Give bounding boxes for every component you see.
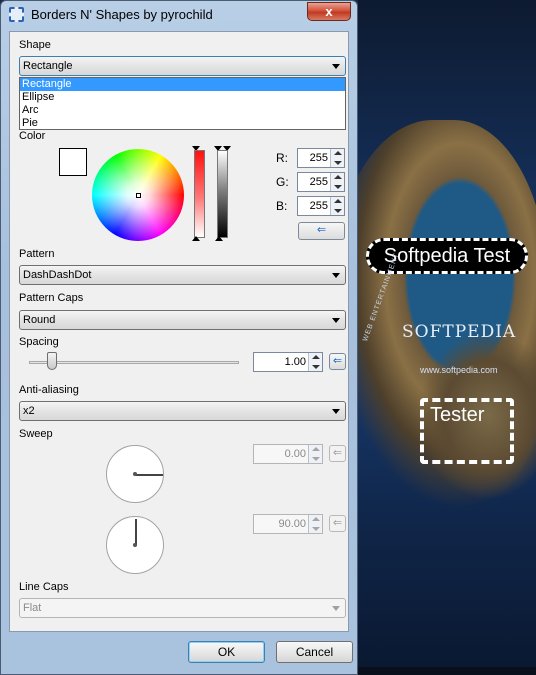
color-preview-swatch	[59, 148, 87, 176]
red-spinner[interactable]: 255	[297, 148, 345, 168]
chevron-down-icon	[332, 409, 340, 414]
green-label: G:	[276, 175, 289, 189]
reset-sweep-angle-button[interactable]: ⇐	[329, 515, 346, 532]
antialiasing-label: Anti-aliasing	[19, 384, 79, 396]
dialog-client-area: Shape Rectangle Rectangle Ellipse Arc Pi…	[9, 31, 349, 632]
chevron-down-icon	[332, 606, 340, 611]
pattern-label: Pattern	[19, 248, 55, 260]
chevron-down-icon	[332, 64, 340, 69]
start-angle-dial[interactable]	[106, 445, 164, 503]
spinner-arrows-icon[interactable]	[308, 515, 322, 533]
app-icon	[9, 7, 24, 22]
tester-shape: Tester	[420, 398, 514, 464]
softpedia-logo: SOFTPEDIA	[402, 322, 517, 342]
sweep-angle-value: 90.00	[278, 518, 306, 530]
pattern-caps-select[interactable]: Round	[19, 310, 346, 330]
close-button[interactable]: x	[307, 2, 351, 21]
left-arrow-icon: ⇐	[332, 517, 343, 529]
spinner-arrows-icon[interactable]	[308, 445, 322, 463]
blue-label: B:	[276, 199, 288, 213]
reset-spacing-button[interactable]: ⇐	[329, 353, 346, 370]
start-angle-value: 0.00	[284, 448, 306, 460]
chevron-down-icon	[332, 318, 340, 323]
left-arrow-icon: ⇐	[332, 355, 343, 367]
dial-center	[133, 472, 137, 476]
sweep-label: Sweep	[19, 428, 53, 440]
value-slider[interactable]	[217, 150, 228, 238]
left-arrow-icon: ⇐	[316, 224, 327, 236]
shape-option-ellipse[interactable]: Ellipse	[20, 91, 345, 104]
ok-button[interactable]: OK	[188, 641, 265, 663]
shape-select[interactable]: Rectangle	[19, 56, 346, 76]
shape-select-value: Rectangle	[23, 60, 73, 72]
line-caps-select[interactable]: Flat	[19, 598, 346, 618]
slider-marker-icon	[192, 236, 200, 241]
spacing-spinner[interactable]: 1.00	[253, 352, 323, 372]
shape-dropdown-list[interactable]: Rectangle Ellipse Arc Pie	[19, 77, 346, 130]
spacing-slider-track[interactable]	[29, 361, 239, 364]
sweep-angle-dial[interactable]	[106, 516, 164, 574]
color-label: Color	[19, 130, 46, 142]
canvas-bottom-edge	[358, 667, 536, 675]
sweep-angle-spinner[interactable]: 90.00	[253, 514, 323, 534]
window-title: Borders N' Shapes by pyrochild	[31, 7, 213, 22]
spinner-arrows-icon[interactable]	[330, 173, 344, 191]
spacing-slider-thumb[interactable]	[47, 352, 58, 370]
spinner-arrows-icon[interactable]	[330, 197, 344, 215]
blue-spinner[interactable]: 255	[297, 196, 345, 216]
shape-option-pie[interactable]: Pie	[20, 117, 345, 130]
shape-option-arc[interactable]: Arc	[20, 104, 345, 117]
line-caps-label: Line Caps	[19, 581, 69, 593]
spacing-value: 1.00	[284, 356, 306, 368]
dial-hand	[135, 474, 163, 476]
left-arrow-icon: ⇐	[332, 447, 343, 459]
spacing-label: Spacing	[19, 336, 59, 348]
dial-center	[133, 543, 137, 547]
dial-hand	[135, 519, 137, 546]
antialiasing-select-value: x2	[23, 405, 35, 417]
cancel-button[interactable]: Cancel	[276, 641, 353, 663]
pattern-caps-label: Pattern Caps	[19, 292, 84, 304]
pattern-caps-select-value: Round	[23, 314, 56, 326]
chevron-down-icon	[332, 273, 340, 278]
slider-marker-icon	[215, 236, 223, 241]
softpedia-url: www.softpedia.com	[420, 365, 498, 375]
start-angle-spinner[interactable]: 0.00	[253, 444, 323, 464]
reset-color-button[interactable]: ⇐	[298, 222, 345, 240]
line-caps-select-value: Flat	[23, 602, 42, 614]
dialog-window: Borders N' Shapes by pyrochild x Shape R…	[0, 0, 358, 675]
spinner-arrows-icon[interactable]	[308, 353, 322, 371]
shape-option-rectangle[interactable]: Rectangle	[20, 78, 345, 91]
antialiasing-select[interactable]: x2	[19, 401, 346, 421]
canvas-preview: Softpedia Test SOFTPEDIA www.softpedia.c…	[358, 0, 536, 675]
blue-value: 255	[309, 200, 328, 212]
red-value: 255	[309, 152, 328, 164]
pattern-select[interactable]: DashDashDot	[19, 265, 346, 285]
green-spinner[interactable]: 255	[297, 172, 345, 192]
saturation-slider[interactable]	[194, 150, 205, 238]
title-bar[interactable]: Borders N' Shapes by pyrochild x	[1, 1, 357, 29]
spinner-arrows-icon[interactable]	[330, 149, 344, 167]
shape-label: Shape	[19, 39, 51, 51]
red-label: R:	[276, 151, 288, 165]
pattern-select-value: DashDashDot	[23, 269, 92, 281]
reset-start-angle-button[interactable]: ⇐	[329, 445, 346, 462]
green-value: 255	[309, 176, 328, 188]
color-wheel-marker[interactable]	[136, 193, 141, 198]
